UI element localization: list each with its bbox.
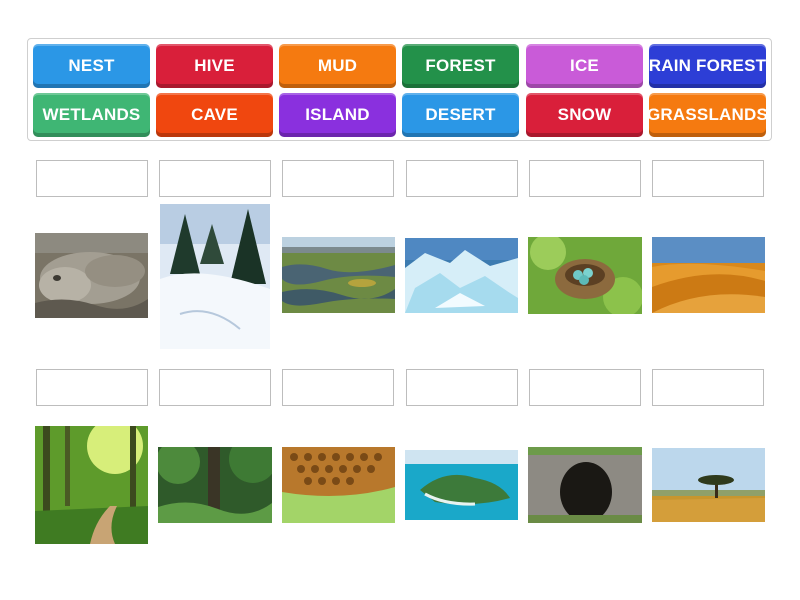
snowy-forest-photo (160, 204, 270, 349)
desert-dunes-photo (652, 237, 765, 313)
drop-zone[interactable] (406, 160, 518, 197)
tile-nest[interactable]: NEST (33, 44, 150, 88)
tile-wetlands[interactable]: WETLANDS (33, 93, 150, 137)
drop-zone[interactable] (159, 369, 271, 406)
tile-hive[interactable]: HIVE (156, 44, 273, 88)
ice-photo (405, 238, 518, 313)
wetlands-photo (282, 237, 395, 313)
tile-ice[interactable]: ICE (526, 44, 643, 88)
hippo-in-mud-photo (35, 233, 148, 318)
drop-zone[interactable] (529, 369, 641, 406)
forest-path-photo (35, 426, 148, 544)
drop-zone[interactable] (652, 369, 764, 406)
drop-zone[interactable] (282, 160, 394, 197)
tile-island[interactable]: ISLAND (279, 93, 396, 137)
savanna-grassland-photo (652, 448, 765, 522)
rain-forest-photo (158, 447, 272, 523)
tile-desert[interactable]: DESERT (402, 93, 519, 137)
drop-zone[interactable] (406, 369, 518, 406)
cave-entrance-photo (528, 447, 642, 523)
drop-zone[interactable] (159, 160, 271, 197)
tile-rain-forest[interactable]: RAIN FOREST (649, 44, 766, 88)
tile-grasslands[interactable]: GRASSLANDS (647, 93, 768, 137)
drop-zone[interactable] (652, 160, 764, 197)
tile-cave[interactable]: CAVE (156, 93, 273, 137)
drop-zone[interactable] (36, 160, 148, 197)
bird-nest-photo (528, 237, 642, 314)
tile-snow[interactable]: SNOW (526, 93, 643, 137)
tropical-island-photo (405, 450, 518, 520)
honeycomb-hive-photo (282, 447, 395, 523)
drop-zone[interactable] (282, 369, 394, 406)
drop-zone[interactable] (529, 160, 641, 197)
tile-forest[interactable]: FOREST (402, 44, 519, 88)
drop-zone[interactable] (36, 369, 148, 406)
tile-mud[interactable]: MUD (279, 44, 396, 88)
